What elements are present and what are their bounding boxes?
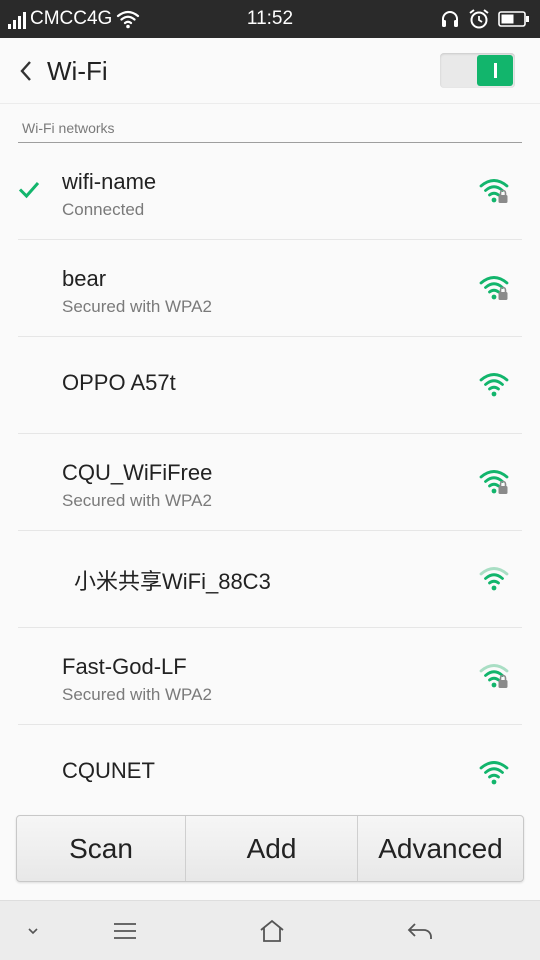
network-status: Secured with WPA2	[62, 491, 212, 510]
status-right	[440, 0, 530, 38]
network-name: OPPO A57t	[62, 370, 176, 395]
section-label: Wi-Fi networks	[22, 120, 115, 136]
app-header: Wi-Fi	[0, 38, 540, 104]
wifi-locked-icon	[479, 470, 509, 494]
network-status: Connected	[62, 200, 145, 219]
network-name: Fast-God-LF	[62, 654, 187, 679]
network-item[interactable]: CQU_WiFiFree Secured with WPA2	[0, 434, 540, 531]
menu-button[interactable]	[108, 915, 142, 947]
status-bar: CMCC4G 11:52	[0, 0, 540, 38]
check-icon	[18, 182, 40, 199]
collapse-button[interactable]	[16, 915, 50, 947]
back-nav-button[interactable]	[403, 915, 437, 947]
network-item[interactable]: bear Secured with WPA2	[0, 240, 540, 337]
navigation-bar	[0, 900, 540, 960]
battery-icon	[498, 11, 529, 27]
network-item[interactable]: wifi-name Connected	[0, 143, 540, 240]
menu-icon	[114, 923, 136, 939]
action-bar: Scan Add Advanced	[16, 815, 524, 882]
network-name: wifi-name	[62, 169, 157, 194]
home-icon	[260, 919, 284, 942]
network-name: 小米共享WiFi_88C3	[74, 569, 271, 594]
network-item[interactable]: OPPO A57t	[0, 337, 540, 434]
network-status: Secured with WPA2	[62, 685, 212, 704]
toggle-knob	[477, 55, 513, 86]
network-status: Secured with WPA2	[62, 297, 212, 316]
wifi-toggle[interactable]	[440, 53, 515, 88]
scan-button[interactable]: Scan	[17, 816, 185, 881]
wifi-locked-icon	[479, 664, 509, 688]
return-icon	[407, 923, 432, 939]
wifi-signal-icon	[479, 567, 509, 591]
chevron-left-icon	[20, 61, 31, 81]
home-button[interactable]	[255, 915, 289, 947]
alarm-icon	[469, 9, 489, 29]
page-title: Wi-Fi	[47, 56, 108, 86]
section-header: Wi-Fi networks	[18, 104, 522, 143]
chevron-down-icon	[28, 928, 38, 935]
network-item[interactable]: 小米共享WiFi_88C3	[0, 531, 540, 628]
wifi-signal-icon	[479, 761, 509, 785]
headphones-icon	[442, 11, 458, 27]
network-name: CQUNET	[62, 758, 155, 783]
network-name: CQU_WiFiFree	[62, 460, 213, 485]
network-item[interactable]: Fast-God-LF Secured with WPA2	[0, 628, 540, 725]
wifi-locked-icon	[479, 276, 509, 300]
network-item[interactable]: CQUNET	[0, 725, 540, 822]
add-button[interactable]: Add	[185, 816, 357, 881]
network-list: wifi-name Connected bear Secured with WP…	[0, 143, 540, 822]
advanced-button[interactable]: Advanced	[357, 816, 523, 881]
wifi-locked-icon	[479, 179, 509, 203]
wifi-signal-icon	[479, 373, 509, 397]
network-name: bear	[62, 266, 107, 291]
back-button[interactable]	[12, 56, 40, 86]
